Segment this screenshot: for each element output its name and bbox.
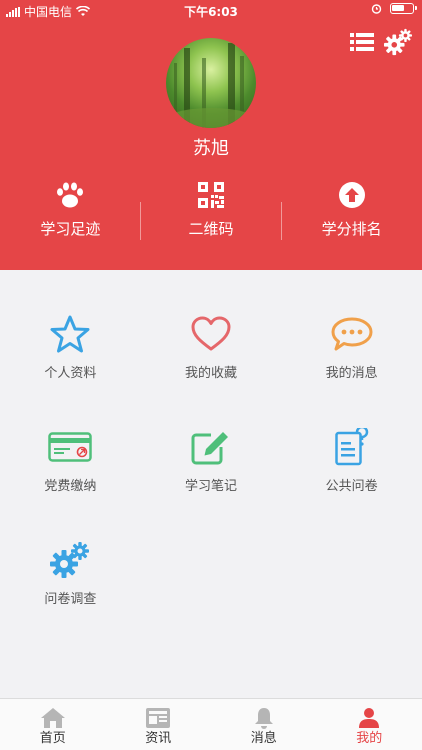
credit-ranking-button[interactable]: 学分排名 — [281, 182, 422, 252]
alarm-icon — [371, 4, 382, 14]
home-icon — [40, 708, 65, 728]
survey-icon — [334, 428, 368, 466]
quick-action-label: 学习足迹 — [40, 220, 101, 238]
party-dues-button[interactable]: 党费缴纳 — [0, 383, 141, 496]
heart-icon — [191, 316, 231, 351]
tab-bar: 首页 资讯 消息 我的 — [0, 698, 422, 750]
battery-icon — [390, 3, 417, 14]
card-icon — [48, 432, 93, 462]
status-bar: 中国电信 下午6:03 — [0, 0, 422, 22]
grid-item-label: 问卷调查 — [44, 592, 97, 607]
my-favorites-button[interactable]: 我的收藏 — [141, 270, 282, 383]
questionnaire-button[interactable]: 问卷调查 — [0, 496, 141, 609]
personal-info-button[interactable]: 个人资料 — [0, 270, 141, 383]
news-icon — [146, 708, 171, 728]
feature-grid: 个人资料 我的收藏 我的消息 党费缴纳 学习笔记 公共问卷 问卷调查 — [0, 270, 422, 609]
grid-item-label: 学习笔记 — [184, 479, 237, 494]
status-time: 下午6:03 — [184, 5, 238, 19]
tab-mine[interactable]: 我的 — [317, 699, 422, 750]
study-notes-button[interactable]: 学习笔记 — [141, 383, 282, 496]
qrcode-icon — [198, 182, 224, 208]
my-messages-button[interactable]: 我的消息 — [281, 270, 422, 383]
profile-header: 中国电信 下午6:03 苏旭 学习足迹 二维码 学分排名 — [0, 0, 422, 270]
grid-item-label: 我的消息 — [325, 366, 378, 381]
grid-item-label: 公共问卷 — [325, 479, 378, 494]
chat-bubble-icon — [331, 317, 373, 351]
grid-item-label: 党费缴纳 — [44, 479, 97, 494]
list-icon — [350, 33, 374, 51]
edit-icon — [191, 432, 228, 465]
gears-icon — [384, 28, 412, 56]
tab-messages[interactable]: 消息 — [211, 699, 317, 750]
gears-icon — [50, 542, 90, 578]
tab-home[interactable]: 首页 — [0, 699, 106, 750]
arrow-up-circle-icon — [338, 182, 365, 208]
qrcode-button[interactable]: 二维码 — [141, 182, 282, 252]
tab-news[interactable]: 资讯 — [106, 699, 212, 750]
username: 苏旭 — [193, 138, 229, 159]
study-footprint-button[interactable]: 学习足迹 — [0, 182, 141, 252]
grid-item-label: 我的收藏 — [184, 366, 237, 381]
public-survey-button[interactable]: 公共问卷 — [281, 383, 422, 496]
person-icon — [359, 708, 380, 728]
avatar[interactable] — [166, 38, 256, 128]
quick-action-label: 学分排名 — [321, 220, 382, 238]
quick-action-label: 二维码 — [188, 220, 234, 238]
paw-icon — [57, 182, 84, 208]
tab-label: 资讯 — [145, 731, 172, 746]
bell-icon — [254, 708, 273, 729]
tab-label: 首页 — [39, 731, 66, 746]
tab-label: 我的 — [356, 731, 383, 746]
star-icon — [50, 315, 90, 353]
list-menu-button[interactable] — [348, 28, 376, 56]
grid-item-label: 个人资料 — [44, 366, 97, 381]
settings-button[interactable] — [384, 28, 412, 56]
tab-label: 消息 — [250, 731, 277, 746]
